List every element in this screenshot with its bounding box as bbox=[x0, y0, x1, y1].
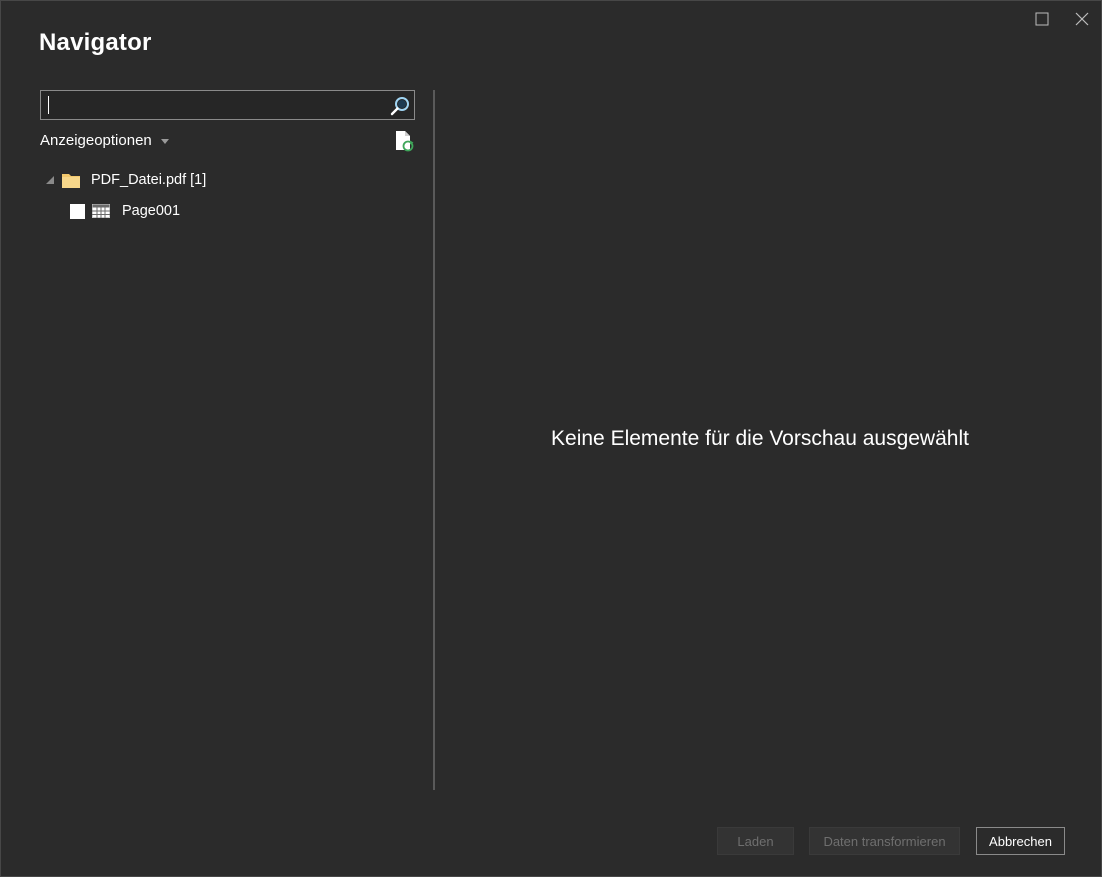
page001-checkbox[interactable] bbox=[70, 203, 85, 219]
search-box[interactable] bbox=[40, 90, 415, 120]
cancel-button[interactable]: Abbrechen bbox=[976, 827, 1065, 855]
load-button[interactable]: Laden bbox=[717, 827, 794, 855]
preview-empty-message: Keine Elemente für die Vorschau ausgewäh… bbox=[551, 427, 969, 450]
tree-item-page001[interactable]: Page001 bbox=[70, 200, 180, 222]
refresh-file-icon[interactable] bbox=[394, 130, 414, 152]
folder-icon bbox=[62, 174, 80, 188]
close-icon bbox=[1075, 12, 1089, 26]
collapse-arrow-icon[interactable] bbox=[45, 175, 55, 185]
table-icon bbox=[92, 204, 110, 218]
search-input[interactable] bbox=[47, 95, 377, 115]
display-options-label: Anzeigeoptionen bbox=[40, 132, 152, 149]
transform-data-button[interactable]: Daten transformieren bbox=[809, 827, 960, 855]
tree-item-label: PDF_Datei.pdf [1] bbox=[91, 172, 207, 188]
tree-item-pdf-file[interactable]: PDF_Datei.pdf [1] bbox=[45, 169, 206, 191]
search-icon[interactable] bbox=[389, 95, 411, 117]
maximize-icon bbox=[1035, 12, 1049, 26]
close-button[interactable] bbox=[1069, 7, 1095, 31]
tree-item-label: Page001 bbox=[122, 203, 181, 219]
dialog-title: Navigator bbox=[39, 29, 152, 56]
maximize-button[interactable] bbox=[1029, 7, 1055, 31]
display-options-dropdown[interactable]: Anzeigeoptionen bbox=[40, 132, 169, 149]
navigator-dialog: Navigator Anzeigeoptionen PDF_Datei.pdf … bbox=[0, 0, 1102, 877]
chevron-down-icon bbox=[160, 138, 169, 144]
